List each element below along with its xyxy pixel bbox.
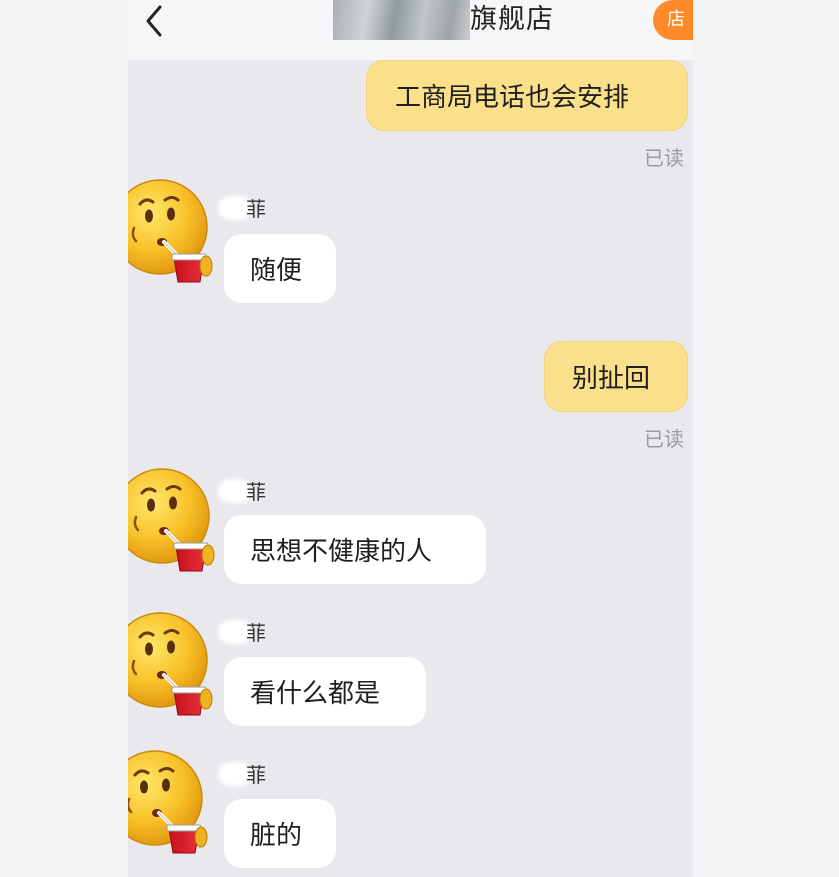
incoming-message-bubble[interactable]: 随便: [224, 234, 336, 303]
shop-logo-image: [333, 0, 470, 40]
message-text: 脏的: [250, 821, 303, 851]
outgoing-message-bubble[interactable]: 别扯回: [544, 341, 688, 412]
chat-screen: 旗舰店 店 工商局电话也会安排 已读 菲 随便 别扯回 已读 菲 思想不健康的人: [128, 0, 693, 877]
avatar[interactable]: [128, 467, 218, 577]
read-status: 已读: [644, 427, 684, 451]
message-text: 别扯回: [572, 364, 651, 394]
sender-name: 菲: [218, 618, 266, 648]
sender-name: 菲: [218, 194, 266, 224]
avatar[interactable]: [128, 611, 216, 721]
back-button[interactable]: [138, 2, 174, 40]
message-text: 看什么都是: [250, 679, 381, 709]
message-text: 随便: [250, 256, 303, 286]
drinking-emoji-icon: [128, 611, 216, 721]
drinking-emoji-icon: [128, 749, 211, 859]
sender-name: 菲: [218, 477, 266, 507]
sender-name: 菲: [218, 760, 266, 790]
drinking-emoji-icon: [128, 178, 216, 288]
drinking-emoji-icon: [128, 467, 218, 577]
message-text: 思想不健康的人: [250, 537, 433, 567]
chevron-left-icon: [146, 5, 162, 37]
incoming-message-bubble[interactable]: 脏的: [224, 799, 336, 868]
avatar[interactable]: [128, 749, 211, 859]
incoming-message-bubble[interactable]: 看什么都是: [224, 657, 426, 726]
incoming-message-bubble[interactable]: 思想不健康的人: [224, 515, 486, 584]
avatar[interactable]: [128, 178, 216, 288]
outgoing-message-bubble[interactable]: 工商局电话也会安排: [366, 60, 688, 131]
shop-title: 旗舰店: [470, 4, 554, 35]
read-status: 已读: [644, 146, 684, 170]
message-text: 工商局电话也会安排: [395, 83, 630, 113]
store-button[interactable]: 店: [653, 0, 693, 40]
top-bar: 旗舰店 店: [128, 0, 693, 60]
